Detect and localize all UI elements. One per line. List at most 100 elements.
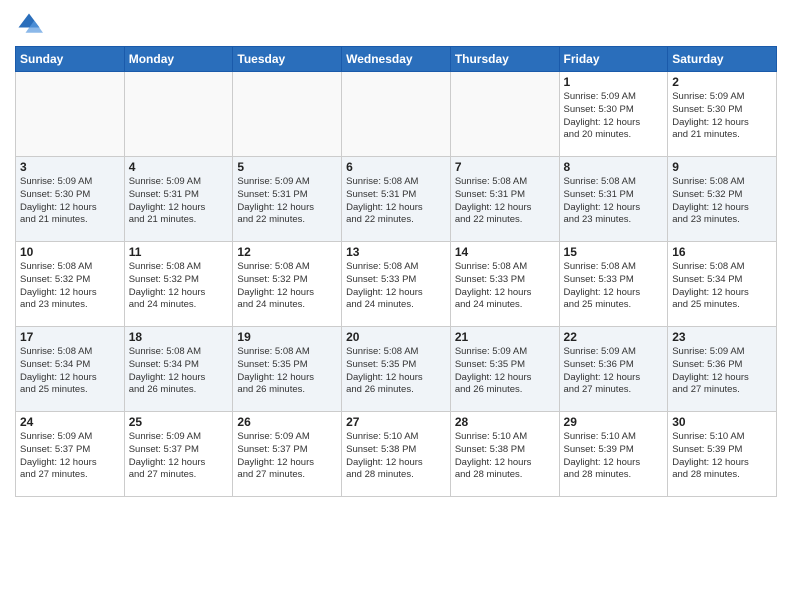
day-number: 20 bbox=[346, 330, 446, 344]
day-info: Sunrise: 5:08 AM Sunset: 5:31 PM Dayligh… bbox=[564, 176, 664, 227]
day-number: 1 bbox=[564, 75, 664, 89]
calendar-week-row: 24 Sunrise: 5:09 AM Sunset: 5:37 PM Dayli… bbox=[16, 412, 777, 497]
day-info: Sunrise: 5:08 AM Sunset: 5:33 PM Dayligh… bbox=[455, 261, 555, 312]
calendar-cell: 13Sunrise: 5:08 AM Sunset: 5:33 PM Dayli… bbox=[342, 242, 451, 327]
day-number: 15 bbox=[564, 245, 664, 259]
day-number: 27 bbox=[346, 415, 446, 429]
day-number: 25 bbox=[129, 415, 229, 429]
day-info: Sunrise: 5:08 AM Sunset: 5:35 PM Dayligh… bbox=[237, 346, 337, 397]
calendar-cell: 18 Sunrise: 5:08 AM Sunset: 5:34 PM Dayli… bbox=[124, 327, 233, 412]
day-number: 22 bbox=[564, 330, 664, 344]
calendar-cell bbox=[16, 72, 125, 157]
calendar-cell: 26 Sunrise: 5:09 AM Sunset: 5:37 PM Dayli… bbox=[233, 412, 342, 497]
day-info: Sunrise: 5:08 AM Sunset: 5:32 PM Dayligh… bbox=[20, 261, 120, 312]
day-info: Sunrise: 5:08 AM Sunset: 5:34 PM Dayligh… bbox=[129, 346, 229, 397]
day-info: Sunrise: 5:08 AM Sunset: 5:35 PM Dayligh… bbox=[346, 346, 446, 397]
page: SundayMondayTuesdayWednesdayThursdayFrid… bbox=[0, 0, 792, 612]
calendar-cell: 30Sunrise: 5:10 AM Sunset: 5:39 PM Dayli… bbox=[668, 412, 777, 497]
day-number: 24 bbox=[20, 415, 120, 429]
day-info: Sunrise: 5:10 AM Sunset: 5:38 PM Dayligh… bbox=[455, 431, 555, 482]
calendar-cell: 1 Sunrise: 5:09 AM Sunset: 5:30 PM Daylig… bbox=[559, 72, 668, 157]
day-info: Sunrise: 5:09 AM Sunset: 5:30 PM Dayligh… bbox=[672, 91, 772, 142]
day-info: Sunrise: 5:09 AM Sunset: 5:30 PM Dayligh… bbox=[20, 176, 120, 227]
day-number: 10 bbox=[20, 245, 120, 259]
calendar: SundayMondayTuesdayWednesdayThursdayFrid… bbox=[15, 46, 777, 497]
calendar-cell bbox=[342, 72, 451, 157]
day-number: 14 bbox=[455, 245, 555, 259]
calendar-cell: 23 Sunrise: 5:09 AM Sunset: 5:36 PM Dayli… bbox=[668, 327, 777, 412]
calendar-cell: 25 Sunrise: 5:09 AM Sunset: 5:37 PM Dayli… bbox=[124, 412, 233, 497]
day-info: Sunrise: 5:08 AM Sunset: 5:32 PM Dayligh… bbox=[672, 176, 772, 227]
calendar-cell: 15 Sunrise: 5:08 AM Sunset: 5:33 PM Dayli… bbox=[559, 242, 668, 327]
calendar-cell: 11Sunrise: 5:08 AM Sunset: 5:32 PM Dayli… bbox=[124, 242, 233, 327]
calendar-cell bbox=[450, 72, 559, 157]
day-info: Sunrise: 5:09 AM Sunset: 5:31 PM Dayligh… bbox=[237, 176, 337, 227]
calendar-cell bbox=[233, 72, 342, 157]
day-number: 18 bbox=[129, 330, 229, 344]
day-number: 26 bbox=[237, 415, 337, 429]
day-info: Sunrise: 5:09 AM Sunset: 5:37 PM Dayligh… bbox=[237, 431, 337, 482]
day-number: 29 bbox=[564, 415, 664, 429]
day-number: 4 bbox=[129, 160, 229, 174]
day-number: 19 bbox=[237, 330, 337, 344]
day-info: Sunrise: 5:09 AM Sunset: 5:36 PM Dayligh… bbox=[672, 346, 772, 397]
day-number: 5 bbox=[237, 160, 337, 174]
calendar-cell: 3Sunrise: 5:09 AM Sunset: 5:30 PM Daylig… bbox=[16, 157, 125, 242]
calendar-cell: 10 Sunrise: 5:08 AM Sunset: 5:32 PM Dayli… bbox=[16, 242, 125, 327]
weekday-header: Friday bbox=[559, 47, 668, 72]
day-info: Sunrise: 5:10 AM Sunset: 5:39 PM Dayligh… bbox=[672, 431, 772, 482]
day-number: 6 bbox=[346, 160, 446, 174]
weekday-header: Sunday bbox=[16, 47, 125, 72]
calendar-cell: 21Sunrise: 5:09 AM Sunset: 5:35 PM Dayli… bbox=[450, 327, 559, 412]
calendar-cell: 5 Sunrise: 5:09 AM Sunset: 5:31 PM Daylig… bbox=[233, 157, 342, 242]
day-number: 8 bbox=[564, 160, 664, 174]
calendar-cell: 20 Sunrise: 5:08 AM Sunset: 5:35 PM Dayli… bbox=[342, 327, 451, 412]
day-number: 12 bbox=[237, 245, 337, 259]
logo bbox=[15, 10, 47, 38]
day-info: Sunrise: 5:09 AM Sunset: 5:37 PM Dayligh… bbox=[20, 431, 120, 482]
day-info: Sunrise: 5:10 AM Sunset: 5:39 PM Dayligh… bbox=[564, 431, 664, 482]
day-info: Sunrise: 5:08 AM Sunset: 5:32 PM Dayligh… bbox=[129, 261, 229, 312]
day-info: Sunrise: 5:08 AM Sunset: 5:31 PM Dayligh… bbox=[455, 176, 555, 227]
day-info: Sunrise: 5:09 AM Sunset: 5:37 PM Dayligh… bbox=[129, 431, 229, 482]
calendar-cell: 9 Sunrise: 5:08 AM Sunset: 5:32 PM Daylig… bbox=[668, 157, 777, 242]
day-info: Sunrise: 5:08 AM Sunset: 5:34 PM Dayligh… bbox=[672, 261, 772, 312]
day-number: 2 bbox=[672, 75, 772, 89]
calendar-cell: 4Sunrise: 5:09 AM Sunset: 5:31 PM Daylig… bbox=[124, 157, 233, 242]
calendar-cell: 22 Sunrise: 5:09 AM Sunset: 5:36 PM Dayli… bbox=[559, 327, 668, 412]
day-number: 23 bbox=[672, 330, 772, 344]
weekday-header: Thursday bbox=[450, 47, 559, 72]
calendar-cell: 7 Sunrise: 5:08 AM Sunset: 5:31 PM Daylig… bbox=[450, 157, 559, 242]
day-info: Sunrise: 5:09 AM Sunset: 5:30 PM Dayligh… bbox=[564, 91, 664, 142]
calendar-cell: 12 Sunrise: 5:08 AM Sunset: 5:32 PM Dayli… bbox=[233, 242, 342, 327]
calendar-cell: 6 Sunrise: 5:08 AM Sunset: 5:31 PM Daylig… bbox=[342, 157, 451, 242]
calendar-cell: 2 Sunrise: 5:09 AM Sunset: 5:30 PM Daylig… bbox=[668, 72, 777, 157]
calendar-week-row: 1 Sunrise: 5:09 AM Sunset: 5:30 PM Daylig… bbox=[16, 72, 777, 157]
day-number: 16 bbox=[672, 245, 772, 259]
day-info: Sunrise: 5:08 AM Sunset: 5:31 PM Dayligh… bbox=[346, 176, 446, 227]
day-info: Sunrise: 5:09 AM Sunset: 5:35 PM Dayligh… bbox=[455, 346, 555, 397]
logo-icon bbox=[15, 10, 43, 38]
calendar-cell: 19 Sunrise: 5:08 AM Sunset: 5:35 PM Dayli… bbox=[233, 327, 342, 412]
weekday-header: Saturday bbox=[668, 47, 777, 72]
day-info: Sunrise: 5:10 AM Sunset: 5:38 PM Dayligh… bbox=[346, 431, 446, 482]
calendar-header-row: SundayMondayTuesdayWednesdayThursdayFrid… bbox=[16, 47, 777, 72]
day-number: 9 bbox=[672, 160, 772, 174]
calendar-cell: 8 Sunrise: 5:08 AM Sunset: 5:31 PM Daylig… bbox=[559, 157, 668, 242]
day-info: Sunrise: 5:09 AM Sunset: 5:36 PM Dayligh… bbox=[564, 346, 664, 397]
day-info: Sunrise: 5:08 AM Sunset: 5:32 PM Dayligh… bbox=[237, 261, 337, 312]
calendar-cell: 17 Sunrise: 5:08 AM Sunset: 5:34 PM Dayli… bbox=[16, 327, 125, 412]
day-number: 17 bbox=[20, 330, 120, 344]
day-number: 28 bbox=[455, 415, 555, 429]
day-info: Sunrise: 5:08 AM Sunset: 5:33 PM Dayligh… bbox=[564, 261, 664, 312]
day-number: 7 bbox=[455, 160, 555, 174]
header bbox=[15, 10, 777, 38]
calendar-cell: 28 Sunrise: 5:10 AM Sunset: 5:38 PM Dayli… bbox=[450, 412, 559, 497]
weekday-header: Wednesday bbox=[342, 47, 451, 72]
calendar-cell bbox=[124, 72, 233, 157]
day-info: Sunrise: 5:08 AM Sunset: 5:34 PM Dayligh… bbox=[20, 346, 120, 397]
calendar-week-row: 10 Sunrise: 5:08 AM Sunset: 5:32 PM Dayli… bbox=[16, 242, 777, 327]
calendar-cell: 27 Sunrise: 5:10 AM Sunset: 5:38 PM Dayli… bbox=[342, 412, 451, 497]
calendar-week-row: 17 Sunrise: 5:08 AM Sunset: 5:34 PM Dayli… bbox=[16, 327, 777, 412]
weekday-header: Monday bbox=[124, 47, 233, 72]
